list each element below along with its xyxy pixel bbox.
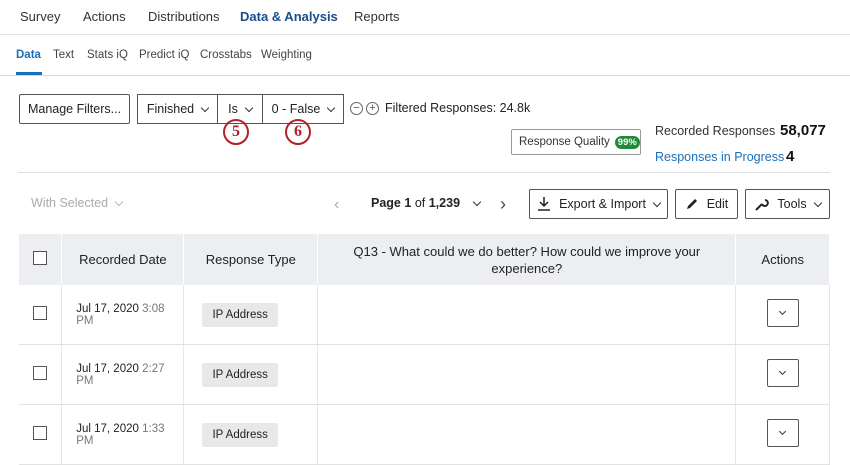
- actions-cell: [735, 344, 830, 405]
- select-all-checkbox[interactable]: [33, 251, 48, 265]
- table-row: Jul 17, 2020 2:27 PM IP Address: [19, 344, 830, 405]
- remove-filter-icon[interactable]: −: [350, 102, 363, 115]
- add-filter-icon[interactable]: +: [366, 102, 379, 115]
- page-current: 1: [404, 196, 412, 210]
- tab-data-analysis[interactable]: Data & Analysis: [240, 9, 338, 24]
- manage-filters-button[interactable]: Manage Filters...: [19, 94, 130, 124]
- actions-cell: [735, 404, 830, 465]
- row-checkbox[interactable]: [33, 366, 48, 380]
- with-selected-label: With Selected: [31, 196, 109, 210]
- table-row: Jul 17, 2020 3:08 PM IP Address: [19, 285, 830, 345]
- header-response-type[interactable]: Response Type: [183, 234, 319, 285]
- chevron-down-icon: [200, 103, 210, 112]
- recorded-date-cell: Jul 17, 2020 3:08 PM: [61, 285, 185, 345]
- subtab-predict-iq[interactable]: Predict iQ: [139, 49, 190, 61]
- step-marker-6: 6: [285, 119, 311, 145]
- prev-page-icon[interactable]: ‹: [334, 196, 339, 214]
- tools-button[interactable]: Tools: [745, 189, 830, 219]
- tab-survey[interactable]: Survey: [20, 9, 60, 24]
- response-quality-button[interactable]: Response Quality 99%: [511, 129, 641, 155]
- with-selected-dropdown[interactable]: With Selected: [31, 196, 124, 210]
- filter-value-value: 0 - False: [271, 102, 321, 116]
- filter-field-value: Finished: [146, 102, 195, 116]
- subtab-crosstabs[interactable]: Crosstabs: [200, 49, 252, 61]
- response-type-cell: IP Address: [183, 404, 319, 465]
- tools-label: Tools: [777, 197, 807, 211]
- row-checkbox[interactable]: [33, 306, 48, 320]
- row-checkbox[interactable]: [33, 426, 48, 440]
- chevron-down-icon: [813, 198, 822, 207]
- recorded-responses-value: 58,077: [780, 122, 826, 139]
- row-actions-button[interactable]: [766, 419, 799, 447]
- table-row: Jul 17, 2020 1:33 PM IP Address: [19, 404, 830, 465]
- page-prefix: Page: [371, 196, 401, 210]
- row-checkbox-cell[interactable]: [19, 404, 63, 465]
- q13-cell: [317, 285, 737, 345]
- chevron-down-icon: [652, 198, 662, 207]
- responses-table: Recorded Date Response Type Q13 - What c…: [19, 234, 830, 465]
- download-icon: [538, 197, 551, 211]
- filter-field-select[interactable]: Finished: [137, 94, 218, 124]
- subtab-stats-iq[interactable]: Stats iQ: [87, 49, 128, 61]
- subtab-text[interactable]: Text: [53, 49, 74, 61]
- tab-reports[interactable]: Reports: [354, 9, 400, 24]
- response-quality-label: Response Quality: [519, 136, 610, 148]
- table-header-row: Recorded Date Response Type Q13 - What c…: [19, 234, 830, 285]
- chevron-down-icon: [778, 307, 786, 316]
- recorded-date: Jul 17, 2020: [76, 362, 139, 375]
- header-recorded-date[interactable]: Recorded Date: [61, 234, 185, 285]
- tab-distributions[interactable]: Distributions: [148, 9, 220, 24]
- recorded-date: Jul 17, 2020: [76, 422, 139, 435]
- next-page-icon[interactable]: ›: [500, 194, 506, 215]
- chevron-down-icon: [327, 103, 336, 112]
- step-marker-5: 5: [223, 119, 249, 145]
- tab-actions[interactable]: Actions: [83, 9, 126, 24]
- manage-filters-label: Manage Filters...: [27, 102, 122, 116]
- header-q13[interactable]: Q13 - What could we do better? How could…: [317, 234, 737, 285]
- edit-button[interactable]: Edit: [675, 189, 738, 219]
- recorded-date: Jul 17, 2020: [76, 302, 139, 315]
- active-tab-indicator: [16, 72, 42, 75]
- responses-in-progress-value: 4: [786, 148, 795, 165]
- q13-cell: [317, 404, 737, 465]
- page-total: 1,239: [428, 196, 461, 210]
- q13-cell: [317, 344, 737, 405]
- response-type-badge: IP Address: [202, 362, 278, 387]
- chevron-down-icon: [472, 197, 482, 206]
- edit-label: Edit: [706, 197, 729, 211]
- response-type-cell: IP Address: [183, 344, 319, 405]
- page-of: of: [414, 196, 426, 210]
- response-type-cell: IP Address: [183, 285, 319, 345]
- filter-operator-value: Is: [228, 102, 238, 116]
- chevron-down-icon: [778, 427, 786, 436]
- row-actions-button[interactable]: [766, 359, 799, 387]
- header-select-all[interactable]: [19, 234, 63, 285]
- page-selector[interactable]: Page 1 of 1,239: [371, 196, 482, 210]
- chevron-down-icon: [778, 367, 786, 376]
- sub-nav: Data Text Stats iQ Predict iQ Crosstabs …: [0, 35, 850, 76]
- subtab-data[interactable]: Data: [16, 49, 41, 61]
- chevron-down-icon: [114, 197, 124, 206]
- chevron-down-icon: [244, 103, 254, 112]
- subtab-weighting[interactable]: Weighting: [261, 49, 312, 61]
- recorded-responses-label: Recorded Responses: [655, 124, 776, 138]
- recorded-date-cell: Jul 17, 2020 1:33 PM: [61, 404, 185, 465]
- response-quality-badge: 99%: [614, 135, 640, 149]
- row-actions-button[interactable]: [766, 299, 799, 327]
- filtered-responses-label: Filtered Responses: 24.8k: [385, 101, 531, 115]
- responses-in-progress-link[interactable]: Responses in Progress: [655, 150, 784, 164]
- pencil-icon: [686, 199, 697, 209]
- export-import-label: Export & Import: [559, 197, 646, 211]
- actions-cell: [735, 285, 830, 345]
- wrench-icon: [755, 198, 770, 211]
- response-type-badge: IP Address: [202, 302, 278, 327]
- row-checkbox-cell[interactable]: [19, 344, 63, 405]
- export-import-button[interactable]: Export & Import: [529, 189, 668, 219]
- row-checkbox-cell[interactable]: [19, 285, 63, 345]
- response-type-badge: IP Address: [202, 422, 278, 447]
- top-nav: Survey Actions Distributions Data & Anal…: [0, 0, 850, 35]
- recorded-date-cell: Jul 17, 2020 2:27 PM: [61, 344, 185, 405]
- header-actions: Actions: [735, 234, 830, 285]
- divider: [18, 172, 830, 173]
